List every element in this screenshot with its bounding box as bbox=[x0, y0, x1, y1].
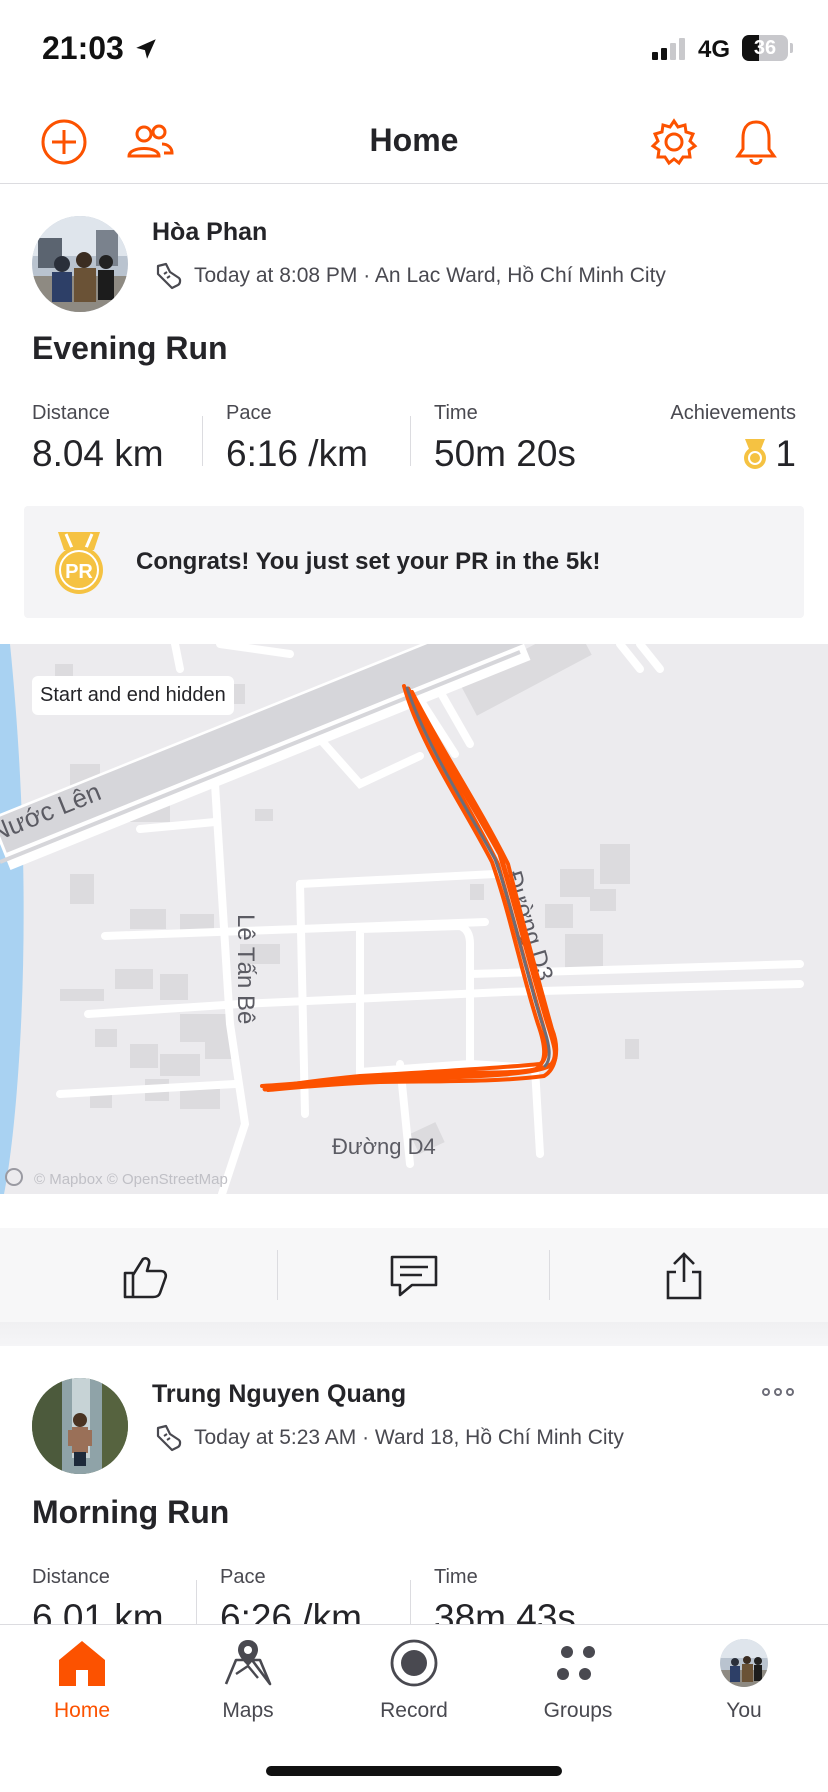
stat-divider bbox=[202, 416, 203, 466]
route-map[interactable]: Nước Lên Đường D3 Lê Tấn Bê Đường D4 © M… bbox=[0, 644, 828, 1194]
home-icon bbox=[59, 1641, 105, 1686]
more-dot bbox=[786, 1388, 794, 1396]
tab-label: Home bbox=[53, 1699, 111, 1722]
tab-label: Record bbox=[380, 1699, 448, 1722]
athlete-photo bbox=[32, 216, 128, 312]
running-shoe-icon bbox=[156, 1424, 182, 1452]
stat-label: Time bbox=[434, 402, 478, 424]
bell-icon bbox=[735, 120, 777, 165]
share-icon bbox=[666, 1252, 702, 1300]
privacy-badge: Start and end hidden bbox=[32, 676, 234, 715]
battery-percent: 36 bbox=[753, 37, 777, 59]
kudos-button[interactable] bbox=[114, 1246, 174, 1306]
activity-meta: Today at 5:23 AM · Ward 18, Hồ Chí Minh … bbox=[152, 1422, 624, 1454]
notifications-button[interactable] bbox=[728, 114, 784, 170]
stat-label: Achievements bbox=[670, 402, 796, 424]
pr-banner[interactable]: PR Congrats! You just set your PR in the… bbox=[24, 506, 804, 618]
map-pin-icon bbox=[224, 1640, 272, 1686]
status-bar: 21:03 4G 36 bbox=[0, 0, 828, 100]
groups-icon bbox=[557, 1646, 595, 1680]
activity-title[interactable]: Morning Run bbox=[32, 1494, 229, 1531]
cellular-signal-icon bbox=[652, 38, 685, 60]
more-dot bbox=[774, 1388, 782, 1396]
battery-icon: 36 bbox=[742, 35, 788, 61]
profile-avatar-icon bbox=[720, 1639, 768, 1687]
activity-meta: Today at 8:08 PM · An Lac Ward, Hồ Chí M… bbox=[152, 260, 666, 292]
action-divider bbox=[277, 1250, 278, 1300]
stat-divider bbox=[410, 1580, 411, 1630]
avatar[interactable] bbox=[32, 1378, 128, 1474]
tab-label: Maps bbox=[222, 1699, 274, 1722]
activity-title[interactable]: Evening Run bbox=[32, 330, 228, 367]
action-divider bbox=[549, 1250, 550, 1300]
stat-achievements: Achievements 1 bbox=[658, 402, 796, 475]
home-indicator[interactable] bbox=[266, 1766, 562, 1776]
comment-button[interactable] bbox=[384, 1246, 444, 1306]
comment-icon bbox=[390, 1255, 438, 1297]
tab-record[interactable]: Record bbox=[344, 1633, 484, 1723]
location-arrow-icon bbox=[136, 39, 156, 59]
activity-meta-text: Today at 8:08 PM · An Lac Ward, Hồ Chí M… bbox=[194, 264, 666, 287]
tab-label: You bbox=[726, 1699, 762, 1722]
stat-value: 50m 20s bbox=[434, 433, 576, 474]
record-icon bbox=[390, 1639, 438, 1687]
stat-label: Pace bbox=[226, 402, 272, 424]
athlete-name[interactable]: Hòa Phan bbox=[152, 218, 267, 247]
street-label: Lê Tấn Bê bbox=[232, 914, 259, 1024]
settings-button[interactable] bbox=[646, 114, 702, 170]
share-button[interactable] bbox=[654, 1246, 714, 1306]
stat-label: Time bbox=[434, 1566, 478, 1588]
stat-value: 6:16 /km bbox=[226, 433, 368, 474]
stat-pace: Pace 6:16 /km bbox=[226, 402, 368, 475]
pr-medal-icon: PR bbox=[55, 532, 103, 594]
feed-separator bbox=[0, 1322, 828, 1346]
page-title: Home bbox=[369, 122, 459, 158]
pr-banner-text: Congrats! You just set your PR in the 5k… bbox=[136, 548, 601, 575]
stat-value: 1 bbox=[775, 433, 796, 474]
stat-divider bbox=[196, 1580, 197, 1630]
network-type: 4G bbox=[698, 36, 731, 63]
street-label: Đường D4 bbox=[332, 1134, 436, 1159]
running-shoe-icon bbox=[156, 262, 182, 290]
stat-label: Pace bbox=[220, 1566, 266, 1588]
thumbs-up-icon bbox=[123, 1257, 168, 1299]
athlete-photo bbox=[32, 1378, 128, 1474]
medal-icon bbox=[744, 439, 767, 469]
stat-value: 8.04 km bbox=[32, 433, 164, 474]
activity-actions bbox=[0, 1228, 828, 1322]
gear-icon bbox=[650, 118, 698, 166]
tab-maps[interactable]: Maps bbox=[178, 1633, 318, 1723]
tab-label: Groups bbox=[543, 1699, 613, 1722]
stat-time: Time 50m 20s bbox=[434, 402, 576, 475]
tab-you[interactable]: You bbox=[674, 1633, 814, 1723]
avatar[interactable] bbox=[32, 216, 128, 312]
tab-home[interactable]: Home bbox=[12, 1633, 152, 1723]
stat-distance: Distance 8.04 km bbox=[32, 402, 164, 475]
status-time: 21:03 bbox=[42, 30, 124, 66]
stat-label: Distance bbox=[32, 402, 110, 424]
more-options-button[interactable] bbox=[762, 1388, 794, 1396]
stat-divider bbox=[410, 416, 411, 466]
map-attribution: © Mapbox © OpenStreetMap bbox=[34, 1171, 228, 1188]
stat-label: Distance bbox=[32, 1566, 110, 1588]
activity-meta-text: Today at 5:23 AM · Ward 18, Hồ Chí Minh … bbox=[194, 1426, 624, 1449]
more-dot bbox=[762, 1388, 770, 1396]
athlete-name[interactable]: Trung Nguyen Quang bbox=[152, 1380, 406, 1409]
map-canvas: Nước Lên Đường D3 Lê Tấn Bê Đường D4 © M… bbox=[0, 644, 828, 1194]
app-header: Home bbox=[0, 100, 828, 184]
pr-medal-text: PR bbox=[65, 561, 93, 583]
tab-groups[interactable]: Groups bbox=[508, 1633, 648, 1723]
battery-tip bbox=[790, 43, 793, 53]
